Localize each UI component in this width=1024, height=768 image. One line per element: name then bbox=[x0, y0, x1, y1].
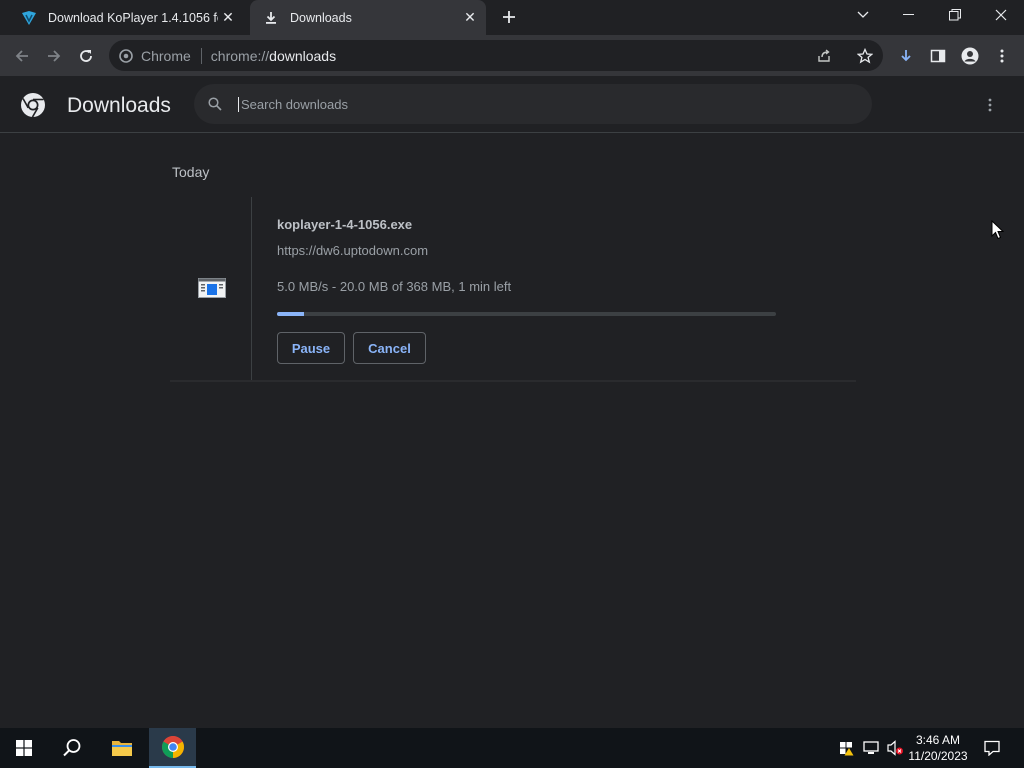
profile-icon[interactable] bbox=[957, 43, 983, 69]
download-source-url[interactable]: https://dw6.uptodown.com bbox=[277, 243, 428, 258]
search-input[interactable] bbox=[238, 96, 872, 112]
clock-date: 11/20/2023 bbox=[908, 749, 968, 763]
tab-title: Download KoPlayer 1.4.1056 for bbox=[48, 10, 218, 25]
close-tab-icon[interactable]: ✕ bbox=[460, 8, 480, 28]
tab-search-icon[interactable] bbox=[840, 0, 886, 30]
volume-muted-icon[interactable] bbox=[884, 728, 906, 768]
mouse-cursor-icon bbox=[991, 219, 1005, 240]
address-bar[interactable]: Chrome chrome://downloads bbox=[109, 40, 883, 71]
exe-file-icon bbox=[198, 278, 226, 298]
browser-menu-icon[interactable] bbox=[989, 43, 1015, 69]
system-clock[interactable]: 3:46 AM 11/20/2023 bbox=[906, 732, 970, 764]
windows-start-icon[interactable] bbox=[0, 728, 48, 768]
download-progress-fill bbox=[277, 312, 304, 316]
notification-center-icon[interactable] bbox=[978, 728, 1006, 768]
chrome-logo-icon bbox=[20, 92, 46, 118]
bookmark-star-icon[interactable] bbox=[857, 47, 873, 64]
browser-toolbar: Chrome chrome://downloads bbox=[0, 35, 1024, 76]
minimize-icon[interactable] bbox=[886, 0, 932, 30]
download-icon bbox=[260, 7, 282, 29]
download-filename[interactable]: koplayer-1-4-1056.exe bbox=[277, 217, 412, 232]
download-item: koplayer-1-4-1056.exe https://dw6.uptodo… bbox=[170, 197, 856, 382]
network-icon[interactable] bbox=[860, 728, 882, 768]
clock-time: 3:46 AM bbox=[915, 733, 961, 747]
tab-koplayer[interactable]: Download KoPlayer 1.4.1056 for ✕ bbox=[8, 0, 244, 35]
back-icon[interactable] bbox=[9, 43, 35, 69]
download-progress-bar bbox=[277, 312, 776, 316]
close-tab-icon[interactable]: ✕ bbox=[218, 8, 238, 28]
card-divider bbox=[170, 380, 856, 382]
security-shield-icon[interactable] bbox=[836, 728, 856, 768]
date-group-label: Today bbox=[172, 164, 210, 180]
cancel-button[interactable]: Cancel bbox=[353, 332, 426, 364]
search-icon[interactable] bbox=[206, 95, 224, 113]
url-host: downloads bbox=[269, 47, 337, 64]
downloads-toolbar-icon[interactable] bbox=[893, 43, 919, 69]
omnibox-separator bbox=[200, 47, 202, 64]
more-actions-icon[interactable] bbox=[978, 93, 1002, 117]
reload-icon[interactable] bbox=[73, 43, 99, 69]
chrome-taskbar-icon[interactable] bbox=[149, 728, 196, 768]
file-explorer-icon[interactable] bbox=[98, 728, 146, 768]
downloads-header: Downloads bbox=[0, 76, 1024, 133]
url-prefix: chrome:// bbox=[210, 47, 270, 64]
url-text: chrome://downloads bbox=[211, 48, 336, 64]
windows-taskbar: 3:46 AM 11/20/2023 bbox=[0, 728, 1024, 768]
new-tab-icon[interactable] bbox=[498, 6, 520, 28]
restore-icon[interactable] bbox=[932, 0, 978, 30]
share-icon[interactable] bbox=[816, 48, 832, 64]
pause-button[interactable]: Pause bbox=[277, 332, 345, 364]
search-downloads-box bbox=[194, 84, 872, 124]
tab-downloads[interactable]: Downloads ✕ bbox=[250, 0, 486, 35]
page-title: Downloads bbox=[67, 94, 171, 117]
omnibox-chip: Chrome bbox=[141, 47, 191, 64]
side-panel-icon[interactable] bbox=[925, 43, 951, 69]
close-window-icon[interactable] bbox=[978, 0, 1024, 30]
forward-icon[interactable] bbox=[41, 43, 67, 69]
tab-title: Downloads bbox=[290, 10, 352, 25]
tab-strip: Download KoPlayer 1.4.1056 for ✕ Downloa… bbox=[0, 0, 1024, 35]
chrome-icon bbox=[118, 48, 134, 64]
download-status: 5.0 MB/s - 20.0 MB of 368 MB, 1 min left bbox=[277, 279, 512, 294]
uptodown-icon bbox=[18, 7, 40, 29]
taskbar-search-icon[interactable] bbox=[48, 728, 96, 768]
file-icon-column bbox=[170, 197, 252, 382]
